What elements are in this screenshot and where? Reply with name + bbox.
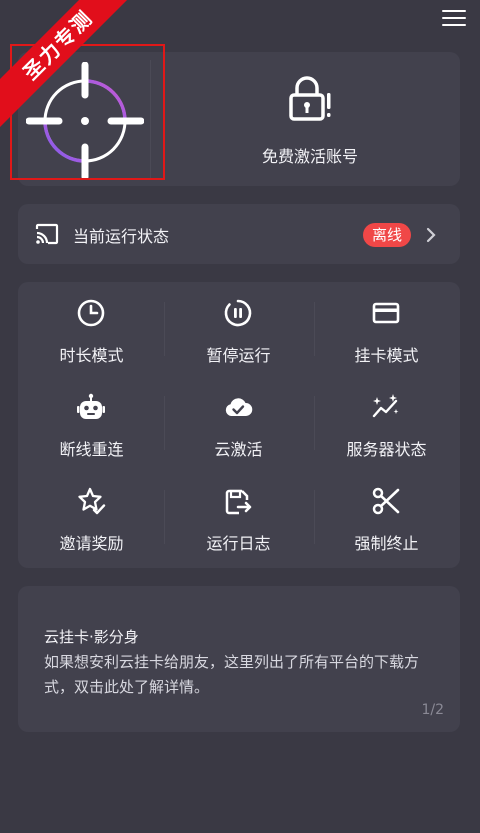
grid-item-label: 邀请奖励 [59,534,124,553]
promo-ribbon: 圣力专测 [0,0,130,130]
robot-icon [77,393,105,419]
status-badge: 离线 [363,223,411,247]
grid-item-server-status[interactable]: 服务器状态 [313,376,460,470]
grid-divider [164,396,165,450]
grid-item-invite-reward[interactable]: 邀请奖励 [18,470,165,564]
news-title: 云挂卡·影分身 [44,628,139,646]
log-export-icon [225,489,252,515]
function-grid: 时长模式 暂停运行 挂卡模式 断线重连 云激活 服务器状态 邀请奖励 运行日志 … [18,282,460,568]
scissors-icon [372,487,400,515]
hamburger-menu-icon[interactable] [442,10,466,28]
grid-item-pause[interactable]: 暂停运行 [165,282,312,376]
grid-item-label: 挂卡模式 [354,346,419,365]
grid-item-reconnect[interactable]: 断线重连 [18,376,165,470]
run-status-row[interactable]: 当前运行状态 离线 [18,204,460,264]
chevron-right-icon [426,227,436,243]
grid-item-label: 时长模式 [59,346,124,365]
grid-divider [314,490,315,544]
sparkle-chart-icon [372,394,399,418]
grid-item-label: 强制终止 [354,534,419,553]
activate-account-label: 免费激活账号 [261,147,358,166]
cast-icon [35,223,59,245]
news-body: 如果想安利云挂卡给朋友，这里列出了所有平台的下载方式，双击此处了解详情。 [44,653,420,696]
grid-item-label: 云激活 [214,440,263,459]
promo-ribbon-text: 圣力专测 [0,0,130,130]
star-check-icon [78,487,106,515]
lock-alert-icon [289,76,331,121]
grid-item-label: 断线重连 [59,440,124,459]
card-icon [372,302,400,324]
grid-divider [164,490,165,544]
grid-divider [314,396,315,450]
news-card[interactable]: 云挂卡·影分身 如果想安利云挂卡给朋友，这里列出了所有平台的下载方式，双击此处了… [18,586,460,732]
grid-divider [314,302,315,356]
cloud-check-icon [225,398,253,416]
grid-item-force-stop[interactable]: 强制终止 [313,470,460,564]
grid-item-label: 暂停运行 [206,346,271,365]
grid-item-run-log[interactable]: 运行日志 [165,470,312,564]
run-status-label: 当前运行状态 [73,227,170,246]
clock-icon [77,299,105,327]
grid-divider [164,302,165,356]
grid-item-card-mode[interactable]: 挂卡模式 [313,282,460,376]
grid-item-label: 运行日志 [206,534,271,553]
grid-item-cloud-activate[interactable]: 云激活 [165,376,312,470]
grid-item-duration-mode[interactable]: 时长模式 [18,282,165,376]
pause-circle-icon [224,299,252,327]
activate-account-button[interactable]: 免费激活账号 [230,75,390,175]
grid-item-label: 服务器状态 [346,440,427,459]
news-page-indicator: 1/2 [421,702,444,718]
